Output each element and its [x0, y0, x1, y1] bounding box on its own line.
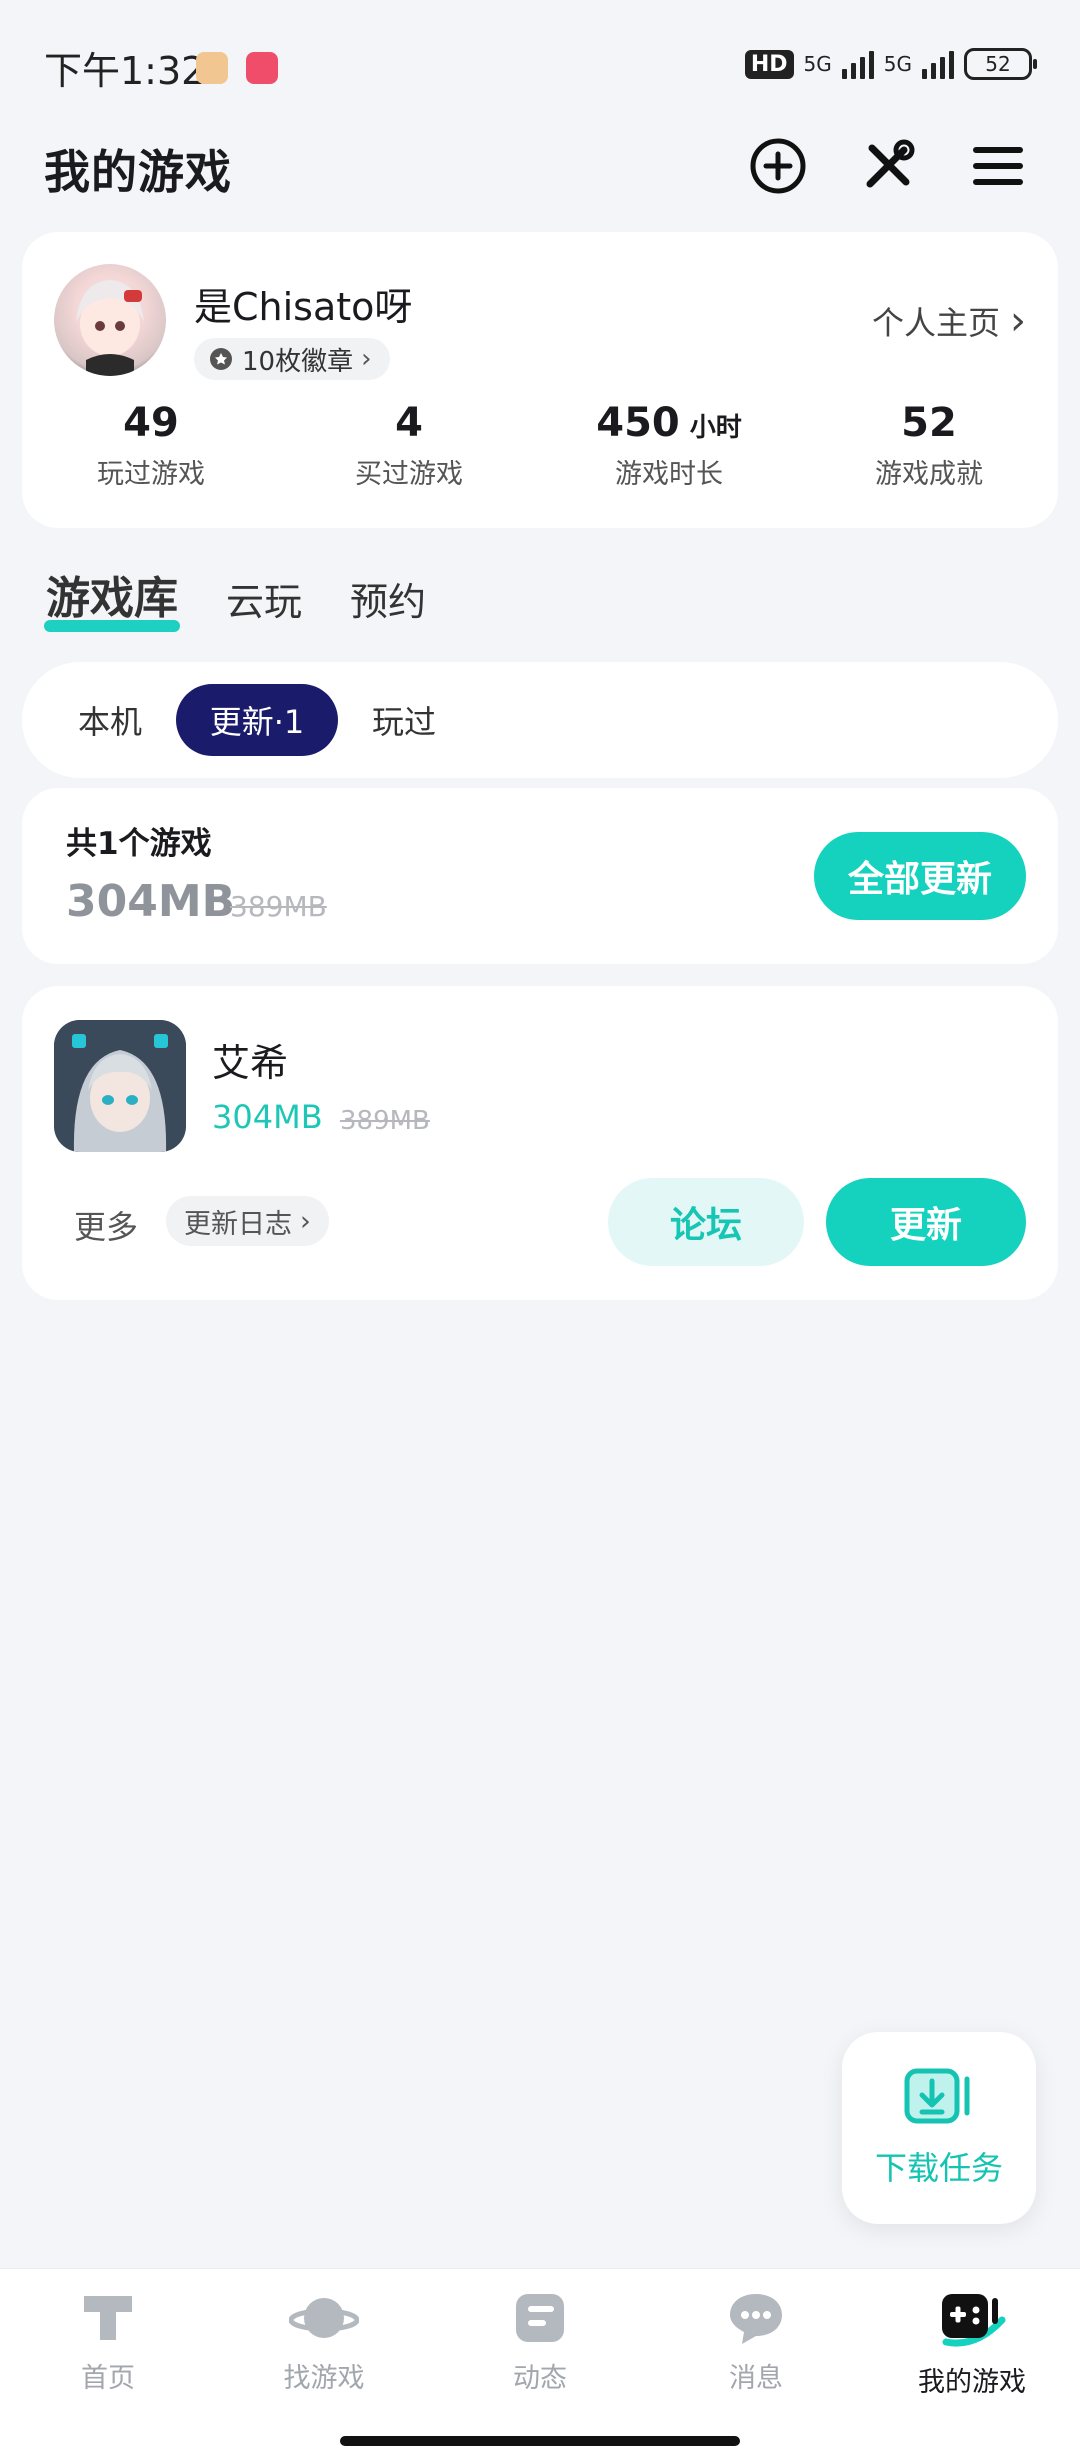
- stat-label: 玩过游戏: [97, 459, 205, 490]
- stat-value: 450: [596, 400, 680, 446]
- stat-bought[interactable]: 4 买过游戏: [294, 400, 524, 491]
- update-button[interactable]: 更新: [826, 1178, 1026, 1266]
- nav-label: 找游戏: [283, 2363, 365, 2394]
- notification-app-icon: [246, 52, 278, 84]
- status-indicators: HD 5G 5G 52: [744, 48, 1037, 80]
- game-size: 304MB: [212, 1098, 323, 1136]
- battery-level: 52: [985, 52, 1011, 76]
- changelog-label: 更新日志: [184, 1208, 292, 1240]
- homepage-link[interactable]: 个人主页 ›: [872, 298, 1026, 344]
- stat-value: 52: [901, 400, 957, 446]
- tab-cloud[interactable]: 云玩: [226, 571, 302, 626]
- home-indicator: [340, 2436, 740, 2446]
- stat-achievements[interactable]: 52 游戏成就: [814, 400, 1044, 491]
- more-button[interactable]: 更多: [74, 1202, 138, 1248]
- tab-library[interactable]: 游戏库: [44, 562, 180, 632]
- signal-icon: [922, 49, 954, 79]
- medal-icon: [210, 348, 232, 370]
- stat-played[interactable]: 49 玩过游戏: [36, 400, 266, 491]
- chip-played[interactable]: 玩过: [352, 684, 456, 756]
- tools-icon[interactable]: [858, 136, 918, 196]
- game-old-size: 389MB: [340, 1106, 430, 1136]
- nav-label: 动态: [513, 2363, 567, 2394]
- chip-local[interactable]: 本机: [58, 684, 162, 756]
- game-name[interactable]: 艾希: [212, 1032, 288, 1087]
- nav-my-games[interactable]: 我的游戏: [864, 2290, 1080, 2399]
- nav-messages[interactable]: 消息: [648, 2290, 864, 2395]
- feed-icon: [516, 2294, 564, 2342]
- download-task-button[interactable]: 下载任务: [842, 2032, 1036, 2224]
- chevron-right-icon: ›: [300, 1205, 311, 1237]
- game-icon[interactable]: [54, 1020, 186, 1152]
- game-artwork: [54, 1020, 186, 1152]
- stat-playtime[interactable]: 450 小时 游戏时长: [554, 400, 784, 491]
- nav-label: 消息: [729, 2363, 783, 2394]
- stat-label: 买过游戏: [355, 459, 463, 490]
- username[interactable]: 是Chisato呀: [194, 276, 412, 331]
- network-label: 5G: [803, 52, 832, 76]
- changelog-button[interactable]: 更新日志 ›: [166, 1196, 329, 1246]
- game-count: 共1个游戏: [66, 826, 212, 862]
- nav-discover[interactable]: 找游戏: [216, 2290, 432, 2395]
- nav-label: 我的游戏: [918, 2367, 1026, 2398]
- network-label: 5G: [883, 52, 912, 76]
- avatar-image: [76, 280, 144, 376]
- stat-label: 游戏成就: [875, 459, 983, 490]
- nav-label: 首页: [81, 2363, 135, 2394]
- home-t-icon: [84, 2296, 132, 2340]
- library-tabs: 游戏库 云玩 预约: [44, 562, 426, 632]
- stat-unit: 小时: [689, 413, 742, 443]
- chevron-right-icon: ›: [1010, 298, 1026, 344]
- status-time: 下午1:32: [44, 49, 206, 93]
- notification-app-icon: [196, 52, 228, 84]
- chat-bubble-icon: [730, 2294, 782, 2344]
- status-bar: 下午1:32 HD 5G 5G 52: [0, 0, 1080, 130]
- badges-label: 10枚徽章: [242, 346, 354, 377]
- avatar[interactable]: [54, 264, 166, 376]
- tab-reserve[interactable]: 预约: [350, 571, 426, 626]
- nav-feed[interactable]: 动态: [432, 2290, 648, 2395]
- chip-updates[interactable]: 更新·1: [176, 684, 338, 756]
- menu-icon[interactable]: [968, 136, 1028, 196]
- add-circle-icon[interactable]: [748, 136, 808, 196]
- forum-button[interactable]: 论坛: [608, 1178, 804, 1266]
- badges-button[interactable]: 10枚徽章 ›: [194, 338, 390, 380]
- gamepad-icon: [942, 2294, 1006, 2347]
- signal-icon: [841, 49, 874, 79]
- page-title: 我的游戏: [44, 145, 232, 199]
- homepage-label: 个人主页: [871, 304, 1000, 342]
- chevron-right-icon: ›: [361, 344, 372, 374]
- download-task-label: 下载任务: [874, 2149, 1003, 2187]
- download-icon: [904, 2068, 970, 2124]
- tab-label: 游戏库: [46, 573, 178, 624]
- stat-value: 49: [123, 400, 179, 446]
- total-size: 304MB: [66, 876, 236, 927]
- stat-value: 4: [395, 400, 423, 446]
- update-all-button[interactable]: 全部更新: [814, 832, 1026, 920]
- stat-label: 游戏时长: [615, 459, 723, 490]
- hd-badge: HD: [744, 49, 794, 79]
- nav-home[interactable]: 首页: [0, 2290, 216, 2395]
- planet-icon: [289, 2298, 359, 2338]
- total-old-size: 389MB: [230, 890, 327, 923]
- battery-icon: 52: [964, 48, 1037, 80]
